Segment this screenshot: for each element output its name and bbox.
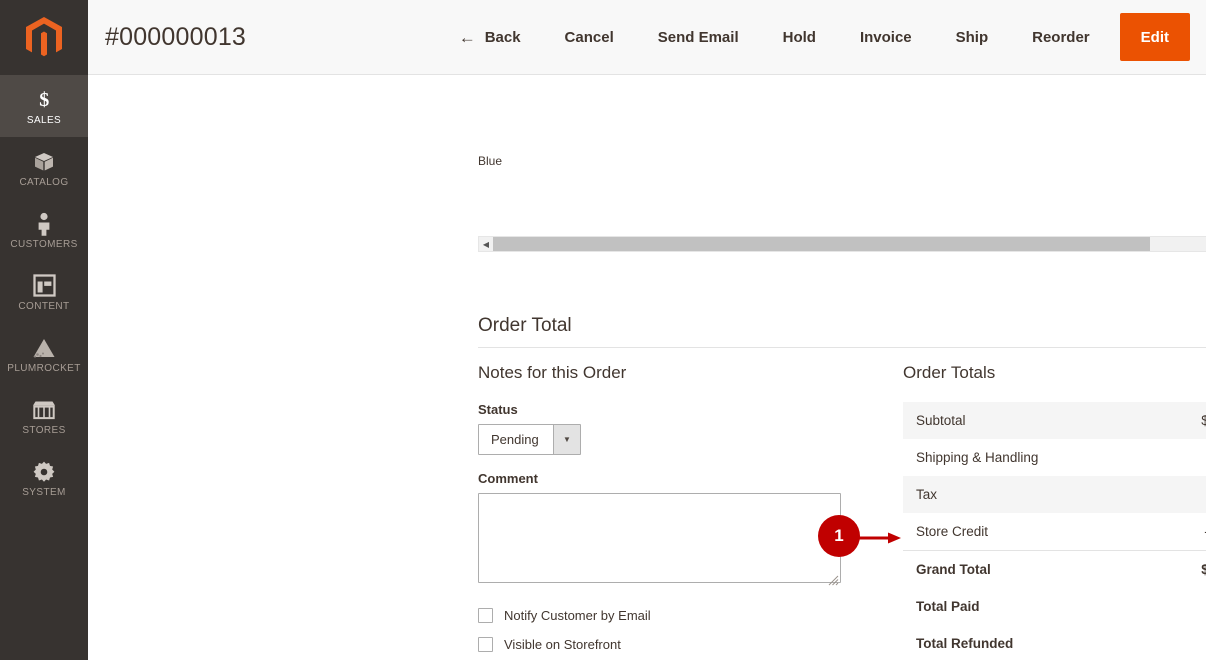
notify-customer-checkbox-row[interactable]: Notify Customer by Email [478, 608, 841, 623]
back-button[interactable]: ← Back [437, 0, 543, 75]
total-label: Tax [903, 476, 1143, 513]
scrollbar-track[interactable] [493, 237, 1206, 251]
storefront-icon [31, 397, 57, 423]
edit-button[interactable]: Edit [1119, 13, 1190, 61]
person-icon [34, 211, 54, 237]
item-option-value: Blue [478, 154, 503, 168]
order-totals-heading: Order Totals [903, 363, 996, 382]
total-value: $0.00 [1142, 625, 1206, 660]
sidebar-item-label: CONTENT [18, 300, 70, 312]
table-row: Grand Total$185.56 [903, 550, 1206, 588]
sidebar-item-label: CUSTOMERS [10, 238, 78, 250]
table-row: Tax$15.51 [903, 476, 1206, 513]
box-icon [32, 149, 56, 175]
pyramid-icon [31, 335, 57, 361]
total-label: Subtotal [903, 402, 1143, 439]
notes-heading: Notes for this Order [478, 363, 627, 382]
sidebar-item-catalog[interactable]: CATALOG [0, 137, 88, 199]
page-actions-toolbar: ← Back Cancel Send Email Hold Invoice Sh… [437, 0, 1206, 75]
magento-logo-icon [26, 16, 62, 56]
order-total-heading: Order Total [478, 315, 572, 336]
notify-customer-checkbox[interactable] [478, 608, 493, 623]
notes-checkboxes: Notify Customer by Email Visible on Stor… [478, 608, 841, 652]
table-row: Shipping & Handling $15.00 [903, 439, 1206, 476]
magento-logo[interactable] [0, 0, 88, 75]
scroll-left-arrow-icon[interactable]: ◀ [479, 237, 493, 251]
comment-label: Comment [478, 471, 538, 486]
reorder-button[interactable]: Reorder [1010, 0, 1112, 75]
chevron-down-icon: ▼ [553, 425, 580, 454]
table-row: Total Refunded $0.00 [903, 625, 1206, 660]
notify-customer-label: Notify Customer by Email [504, 608, 651, 623]
visible-on-storefront-checkbox[interactable] [478, 637, 493, 652]
sidebar-item-plumrocket[interactable]: PLUMROCKET [0, 323, 88, 385]
magento-admin-order-page: $ SALES CATALOG CUSTOMERS CONTENT PLUMRO… [0, 0, 1206, 660]
total-value: $0.00 [1142, 588, 1206, 625]
sidebar-item-label: CATALOG [19, 176, 69, 188]
sidebar-item-label: SALES [26, 114, 62, 126]
admin-sidebar: $ SALES CATALOG CUSTOMERS CONTENT PLUMRO… [0, 0, 88, 660]
total-value: $185.56 [1142, 550, 1206, 588]
sidebar-item-customers[interactable]: CUSTOMERS [0, 199, 88, 261]
main-area: #000000013 ← Back Cancel Send Email Hold… [88, 0, 1206, 660]
total-label: Total Paid [916, 599, 980, 614]
table-row: Subtotal$188.00 [903, 402, 1206, 439]
order-totals-table: Subtotal$188.00 Shipping & Handling $15.00… [903, 402, 1206, 660]
order-total-columns: Notes for this Order Status Pending ▼ Co… [478, 363, 1206, 660]
sidebar-item-label: PLUMROCKET [7, 362, 81, 374]
gear-icon [32, 459, 56, 485]
table-row: Store Credit -$32.95 [903, 513, 1206, 551]
ship-button[interactable]: Ship [934, 0, 1011, 75]
sidebar-item-label: STORES [22, 424, 66, 436]
table-row: Total Paid $0.00 [903, 588, 1206, 625]
total-label: Store Credit [916, 524, 989, 539]
order-totals-panel: Order Totals Subtotal$188.00Shipping & H… [903, 363, 1206, 660]
status-select[interactable]: Pending ▼ [478, 424, 581, 455]
items-horizontal-scrollbar[interactable]: ◀ ▶ [478, 236, 1206, 252]
total-label: Grand Total [903, 550, 1143, 588]
visible-on-storefront-checkbox-row[interactable]: Visible on Storefront [478, 637, 841, 652]
total-value: -$32.95 [1142, 513, 1206, 551]
comment-input[interactable] [478, 493, 841, 583]
scrollbar-thumb[interactable] [493, 237, 1150, 251]
sidebar-item-stores[interactable]: STORES [0, 385, 88, 447]
sidebar-item-label: SYSTEM [22, 486, 66, 498]
page-title: #000000013 [105, 22, 247, 51]
total-label: Total Refunded [916, 636, 1014, 651]
svg-text:$: $ [39, 89, 49, 110]
annotation-arrow-icon [858, 532, 901, 544]
visible-on-storefront-label: Visible on Storefront [504, 637, 621, 652]
send-email-button[interactable]: Send Email [636, 0, 761, 75]
order-notes-panel: Notes for this Order Status Pending ▼ Co… [478, 363, 841, 660]
sidebar-item-sales[interactable]: $ SALES [0, 75, 88, 137]
total-value: $188.00 [1142, 402, 1206, 439]
hold-button[interactable]: Hold [761, 0, 838, 75]
dollar-icon: $ [36, 87, 53, 113]
annotation-badge-1: 1 [818, 515, 860, 557]
status-label: Status [478, 402, 518, 417]
order-totals-body: Subtotal$188.00 Shipping & Handling $15.00… [903, 402, 1206, 660]
section-divider [478, 347, 1206, 348]
cancel-button[interactable]: Cancel [543, 0, 636, 75]
sidebar-item-content[interactable]: CONTENT [0, 261, 88, 323]
layout-icon [32, 273, 56, 299]
total-label: Shipping & Handling [916, 450, 1039, 465]
sidebar-item-system[interactable]: SYSTEM [0, 447, 88, 509]
back-button-label: Back [484, 28, 521, 46]
page-header: #000000013 ← Back Cancel Send Email Hold… [88, 0, 1206, 75]
total-value: $15.00 [1142, 439, 1206, 476]
invoice-button[interactable]: Invoice [838, 0, 934, 75]
arrow-left-icon: ← [458, 27, 476, 47]
status-selected-value: Pending [491, 432, 539, 447]
comment-block: Comment [478, 471, 841, 588]
total-value: $15.51 [1142, 476, 1206, 513]
